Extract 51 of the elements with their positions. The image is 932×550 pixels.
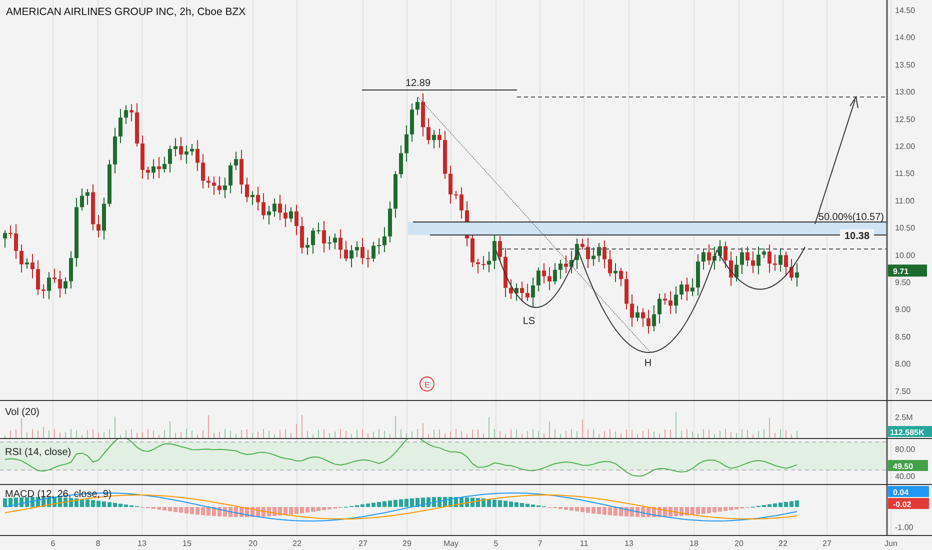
price-axis-label: 10.50	[895, 224, 916, 233]
price-axis-label: 14.00	[895, 33, 916, 42]
date-axis-label: 29	[402, 539, 412, 548]
price-axis-label: 11.50	[895, 169, 914, 178]
date-axis-label: 20	[734, 539, 744, 548]
chart-title: AMERICAN AIRLINES GROUP INC, 2h, Cboe BZX	[6, 6, 246, 18]
price-axis-label: 13.50	[895, 60, 916, 70]
price-axis-label: 13.00	[895, 88, 916, 97]
price-axis-label: 11.00	[895, 196, 914, 206]
fib-label: 50.00%(10.57)	[818, 212, 884, 223]
support-label: 10.38	[840, 229, 874, 242]
volume-axis-label: 2.5M	[895, 413, 913, 422]
rsi-pane-title: RSI (14, close)	[5, 447, 72, 458]
peak-label: 12.89	[405, 78, 431, 89]
price-axis-label: 9.50	[895, 278, 911, 287]
earnings-marker[interactable]: E	[420, 376, 434, 392]
volume-pane-title: Vol (20)	[5, 407, 40, 418]
date-axis-label: 13	[624, 539, 634, 548]
price-axis-label: 10.00	[895, 250, 916, 260]
date-axis-label: 18	[690, 539, 698, 548]
price-axis-label: 14.50	[895, 6, 916, 15]
last-price-badge: 9.71	[888, 264, 927, 277]
date-axis-label: 5	[494, 539, 498, 548]
rsi-axis-label: 80.00	[895, 445, 916, 454]
signal-value-badge: -0.02	[888, 498, 929, 509]
date-axis-label: 22	[778, 539, 788, 548]
date-axis-label: 11	[580, 539, 588, 548]
head-label: H	[644, 358, 652, 369]
date-axis-label: 20	[248, 539, 258, 548]
price-axis-label: 9.00	[895, 305, 911, 314]
date-axis-label: 27	[358, 539, 368, 548]
left-shoulder-label: LS	[522, 316, 536, 327]
price-axis-label: 8.50	[895, 332, 911, 342]
date-axis-label: 15	[182, 539, 192, 548]
date-axis-label: May	[443, 539, 459, 548]
rsi-value-badge: 49.50	[888, 460, 928, 471]
date-axis-label: 13	[138, 539, 146, 548]
price-axis-label: 7.50	[895, 386, 911, 396]
date-axis-label: 6	[50, 539, 56, 548]
price-axis-label: 8.00	[895, 360, 911, 369]
price-axis-label: 12.50	[895, 114, 916, 124]
date-axis-label: 22	[292, 539, 302, 548]
price-axis-label: 12.00	[895, 142, 916, 151]
volume-value-badge: 112.585K	[888, 426, 932, 437]
date-axis-label: 27	[822, 539, 832, 548]
macd-axis-label: -1.00	[895, 523, 914, 532]
date-axis-label: 7	[538, 539, 542, 548]
rsi-axis-label: 40.00	[895, 472, 916, 481]
date-axis-label: Jun	[884, 539, 898, 548]
date-axis-label: 8	[96, 539, 100, 548]
macd-value-badge: 0.04	[888, 486, 929, 497]
